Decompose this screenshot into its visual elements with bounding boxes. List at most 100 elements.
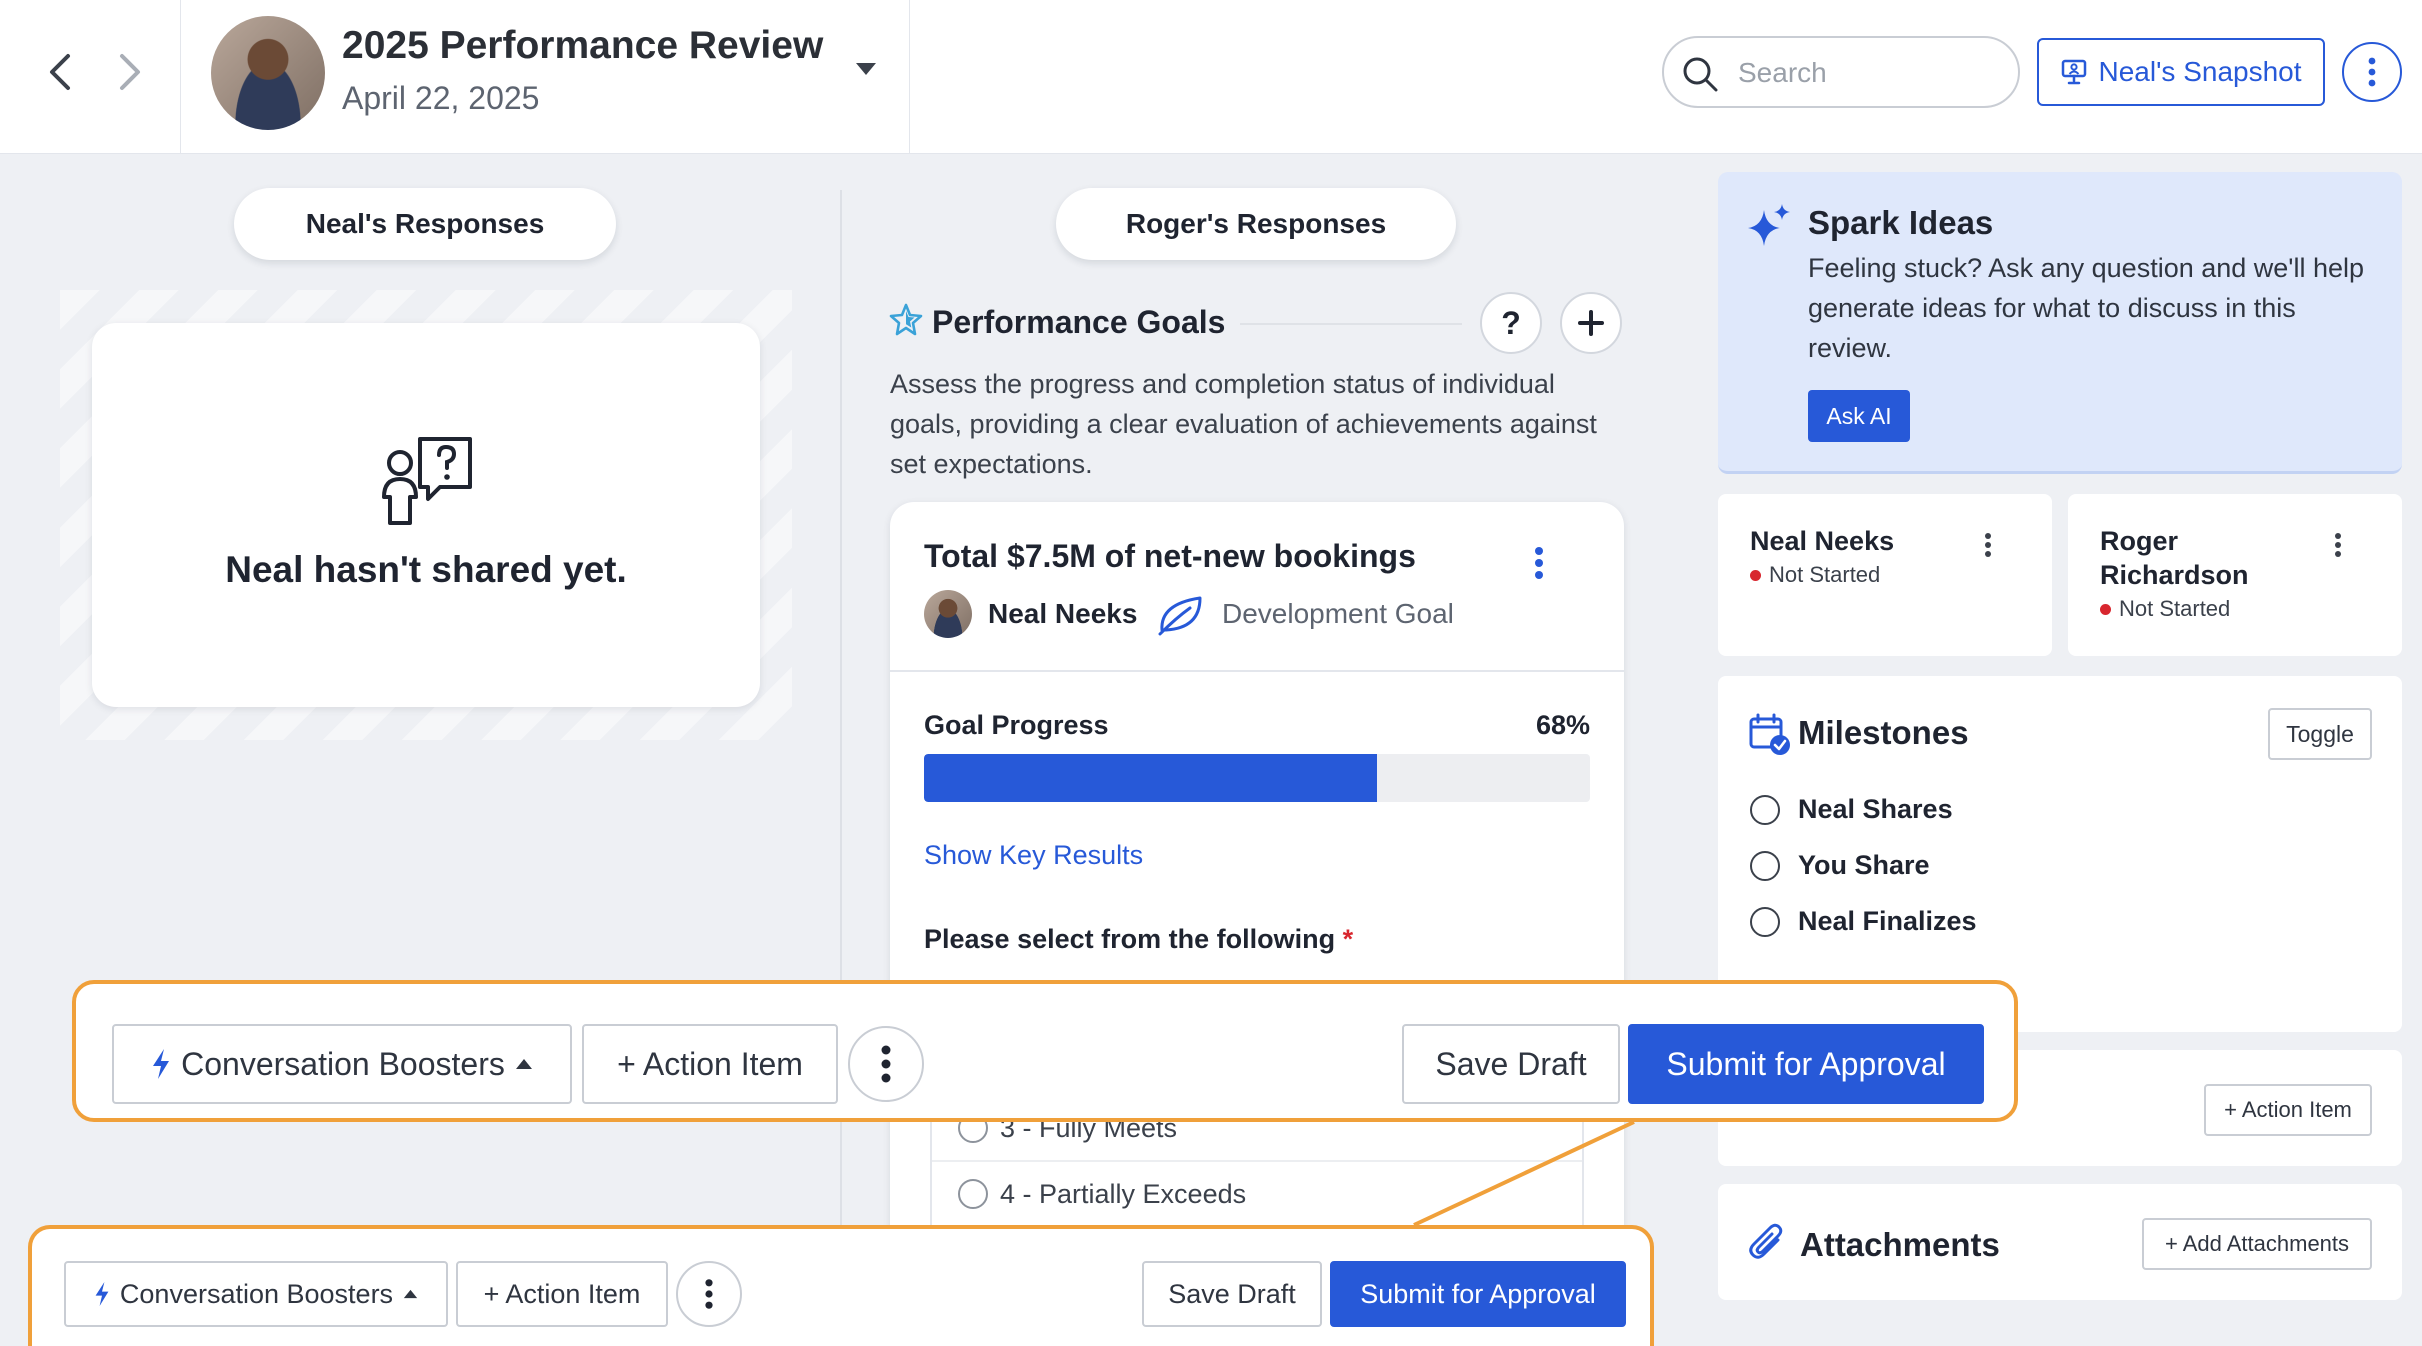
snapshot-button[interactable]: Neal's Snapshot bbox=[2037, 38, 2325, 106]
caret-up-icon bbox=[515, 1059, 532, 1069]
radio-icon bbox=[1750, 850, 1780, 881]
milestone-item[interactable]: Neal Finalizes bbox=[1750, 906, 1977, 937]
progress-percent: 68% bbox=[1535, 710, 1590, 740]
section-description: Assess the progress and completion statu… bbox=[890, 369, 1597, 479]
more-options-button[interactable] bbox=[848, 1026, 924, 1102]
submit-for-approval-button[interactable]: Submit for Approval bbox=[1628, 1024, 1984, 1104]
ask-ai-button[interactable]: Ask AI bbox=[1808, 390, 1910, 442]
help-button[interactable]: ? bbox=[1480, 292, 1542, 354]
milestone-label: Neal Finalizes bbox=[1798, 906, 1977, 936]
participant-menu-button[interactable] bbox=[1984, 532, 1992, 558]
add-attachments-button[interactable]: + Add Attachments bbox=[2142, 1218, 2372, 1270]
goal-menu-button[interactable] bbox=[1534, 546, 1544, 580]
kebab-icon bbox=[1535, 547, 1543, 579]
tab-rogers-responses[interactable]: Roger's Responses bbox=[1056, 188, 1456, 260]
tab-neals-responses[interactable]: Neal's Responses bbox=[234, 188, 616, 260]
header-divider bbox=[909, 0, 910, 154]
chevron-right-icon bbox=[120, 54, 140, 90]
forward-button[interactable] bbox=[108, 48, 152, 96]
status-dot bbox=[2100, 603, 2111, 615]
status-dot bbox=[1750, 569, 1761, 581]
status-badge: Not Started bbox=[2100, 596, 2230, 622]
header-divider bbox=[180, 0, 181, 154]
calendar-check-icon bbox=[1748, 712, 1792, 756]
participant-name: Neal Neeks bbox=[1750, 526, 1895, 556]
radio-icon bbox=[1750, 794, 1780, 825]
add-action-item-button[interactable]: + Action Item bbox=[456, 1261, 668, 1327]
caret-down-icon[interactable] bbox=[855, 62, 877, 76]
kebab-icon bbox=[2335, 533, 2341, 557]
back-button[interactable] bbox=[38, 48, 82, 96]
paperclip-icon bbox=[1748, 1222, 1786, 1262]
kebab-icon bbox=[705, 1279, 713, 1309]
spark-description: Feeling stuck? Ask any question and we'l… bbox=[1808, 253, 2364, 363]
milestone-item[interactable]: Neal Shares bbox=[1750, 794, 1953, 825]
review-title[interactable]: 2025 Performance Review bbox=[342, 24, 823, 68]
milestones-card: Milestones Toggle Neal Shares You Share … bbox=[1718, 676, 2402, 1032]
kebab-icon bbox=[881, 1045, 891, 1083]
radio-icon bbox=[958, 1179, 988, 1209]
leaf-icon bbox=[1156, 592, 1206, 636]
lightning-icon bbox=[153, 1049, 170, 1079]
search-input[interactable] bbox=[1738, 54, 1998, 92]
review-date: April 22, 2025 bbox=[342, 80, 540, 116]
status-badge: Not Started bbox=[1750, 562, 1880, 588]
action-bar-zoomed: Conversation Boosters + Action Item Save… bbox=[72, 980, 2018, 1122]
search-icon bbox=[1682, 56, 1718, 92]
submit-for-approval-button[interactable]: Submit for Approval bbox=[1330, 1261, 1626, 1327]
milestone-item[interactable]: You Share bbox=[1750, 850, 1930, 881]
column-divider bbox=[840, 190, 842, 1346]
attachments-title: Attachments bbox=[1800, 1226, 2000, 1263]
search-box[interactable] bbox=[1662, 36, 2020, 108]
more-options-button[interactable] bbox=[2342, 42, 2402, 102]
rating-question: Please select from the following * bbox=[924, 924, 1353, 955]
caret-up-icon bbox=[403, 1289, 418, 1299]
rating-option[interactable]: 4 - Partially Exceeds bbox=[932, 1162, 1582, 1228]
conversation-boosters-button[interactable]: Conversation Boosters bbox=[112, 1024, 572, 1104]
show-key-results-link[interactable]: Show Key Results bbox=[924, 840, 1143, 871]
kebab-icon bbox=[1985, 533, 1991, 557]
conversation-boosters-button[interactable]: Conversation Boosters bbox=[64, 1261, 448, 1327]
goal-type: Development Goal bbox=[1222, 598, 1454, 629]
section-rule bbox=[1240, 323, 1462, 325]
review-header: 2025 Performance Review April 22, 2025 N… bbox=[0, 0, 2422, 154]
participant-name: Roger Richardson bbox=[2100, 526, 2249, 590]
more-options-button[interactable] bbox=[676, 1261, 742, 1327]
progress-label: Goal Progress bbox=[924, 710, 1109, 740]
plus-icon bbox=[1578, 310, 1604, 336]
chevron-left-icon bbox=[50, 54, 70, 90]
avatar bbox=[211, 16, 325, 130]
save-draft-button[interactable]: Save Draft bbox=[1142, 1261, 1322, 1327]
milestone-label: Neal Shares bbox=[1798, 794, 1953, 824]
required-mark: * bbox=[1342, 924, 1354, 954]
milestones-title: Milestones bbox=[1798, 714, 1969, 751]
sparkle-icon bbox=[1746, 202, 1792, 248]
person-question-icon bbox=[376, 433, 476, 529]
radio-icon bbox=[1750, 906, 1780, 937]
add-goal-button[interactable] bbox=[1560, 292, 1622, 354]
milestone-label: You Share bbox=[1798, 850, 1930, 880]
rating-question-text: Please select from the following bbox=[924, 924, 1336, 954]
goal-card: Total $7.5M of net-new bookings Neal Nee… bbox=[890, 502, 1624, 1346]
add-action-item-button[interactable]: + Action Item bbox=[2204, 1084, 2372, 1136]
action-bar: Conversation Boosters + Action Item Save… bbox=[28, 1225, 1654, 1346]
spark-ideas-card: Spark Ideas Feeling stuck? Ask any quest… bbox=[1718, 172, 2402, 474]
empty-state-message: Neal hasn't shared yet. bbox=[225, 549, 627, 590]
snapshot-label: Neal's Snapshot bbox=[2098, 56, 2302, 87]
goal-title: Total $7.5M of net-new bookings bbox=[924, 538, 1416, 574]
spark-title: Spark Ideas bbox=[1808, 204, 1994, 241]
kebab-icon bbox=[2368, 57, 2376, 87]
save-draft-button[interactable]: Save Draft bbox=[1402, 1024, 1620, 1104]
status-text: Not Started bbox=[1769, 562, 1881, 587]
toggle-button[interactable]: Toggle bbox=[2268, 708, 2372, 760]
progress-bar bbox=[924, 754, 1590, 802]
add-action-item-button[interactable]: + Action Item bbox=[582, 1024, 838, 1104]
rating-option-label: 4 - Partially Exceeds bbox=[1000, 1178, 1247, 1209]
participant-card: Neal Neeks Not Started bbox=[1718, 494, 2052, 656]
avatar bbox=[924, 590, 972, 638]
star-sparkle-icon bbox=[888, 302, 924, 338]
participant-menu-button[interactable] bbox=[2334, 532, 2342, 558]
conversation-boosters-label: Conversation Boosters bbox=[181, 1045, 505, 1082]
conversation-boosters-label: Conversation Boosters bbox=[119, 1278, 394, 1309]
section-title: Performance Goals bbox=[932, 304, 1226, 340]
